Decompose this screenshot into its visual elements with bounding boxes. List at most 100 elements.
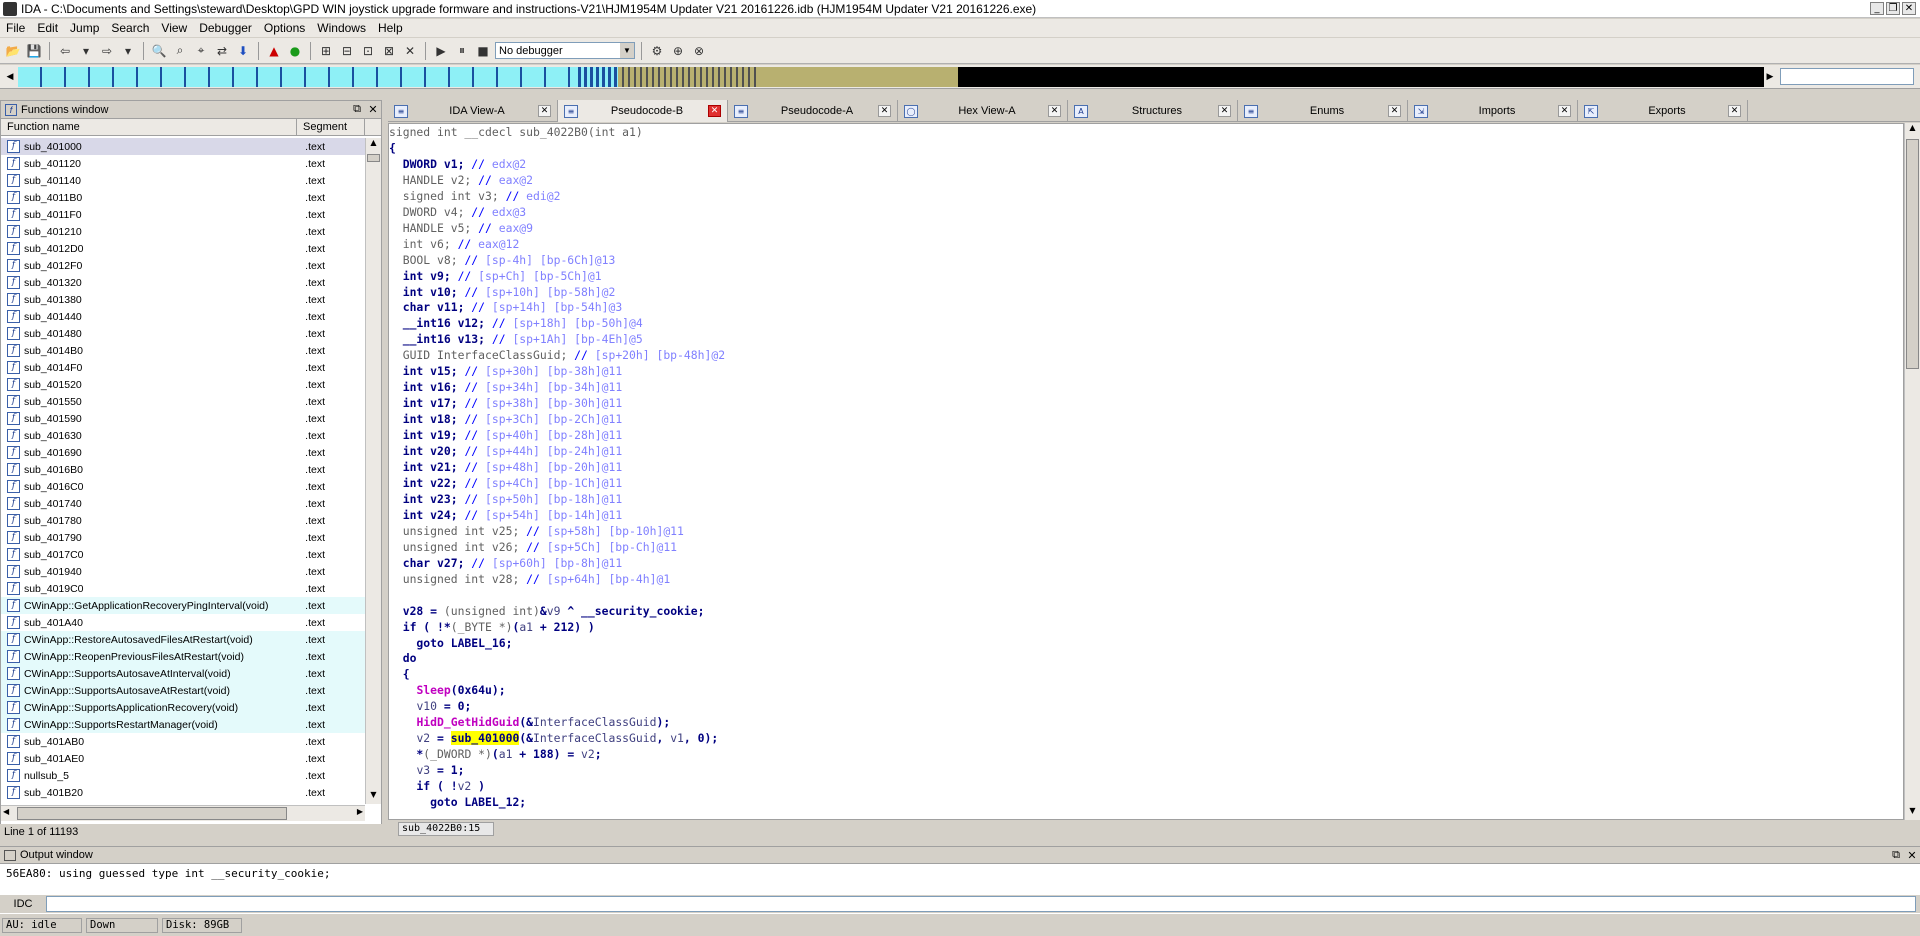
close-tab-icon[interactable]: ✕ xyxy=(708,105,721,117)
scroll-right-icon[interactable]: ▶ xyxy=(357,807,363,816)
code-line[interactable]: *(_DWORD *)(a1 + 188) = v2; xyxy=(389,747,1903,763)
scroll-up-icon[interactable]: ▲ xyxy=(1905,123,1920,137)
close-icon[interactable]: ✕ xyxy=(365,103,381,116)
function-row[interactable]: f sub_401940 .text xyxy=(1,563,365,580)
menu-windows[interactable]: Windows xyxy=(311,21,372,35)
code-line[interactable]: int v22; // [sp+4Ch] [bp-1Ch]@11 xyxy=(389,476,1903,492)
function-row[interactable]: f sub_401A40 .text xyxy=(1,614,365,631)
functions-horizontal-scrollbar[interactable]: ◀ ▶ xyxy=(1,805,365,821)
function-row[interactable]: f sub_401690 .text xyxy=(1,444,365,461)
code-line[interactable]: { xyxy=(389,667,1903,683)
functions-vertical-scrollbar[interactable]: ▲ ▼ xyxy=(365,138,381,804)
close-tab-icon[interactable]: ✕ xyxy=(1558,105,1571,117)
code-line[interactable]: v28 = (unsigned int)&v9 ^ __security_coo… xyxy=(389,604,1903,620)
code-line[interactable]: int v24; // [sp+54h] [bp-14h]@11 xyxy=(389,508,1903,524)
function-row[interactable]: f CWinApp::ReopenPreviousFilesAtRestart(v… xyxy=(1,648,365,665)
code-line[interactable]: DWORD v4; // edx@3 xyxy=(389,205,1903,221)
function-row[interactable]: f sub_401000 .text xyxy=(1,138,365,155)
code-line[interactable]: __int16 v13; // [sp+1Ah] [bp-4Eh]@5 xyxy=(389,332,1903,348)
pseudocode-view[interactable]: signed int __cdecl sub_4022B0(int a1){ D… xyxy=(388,123,1904,820)
run-script-icon[interactable]: ● xyxy=(286,42,304,60)
code-line[interactable]: goto LABEL_12; xyxy=(389,795,1903,811)
function-row[interactable]: f sub_401440 .text xyxy=(1,308,365,325)
data-icon[interactable]: ⊟ xyxy=(338,42,356,60)
code-line[interactable]: v10 = 0; xyxy=(389,699,1903,715)
function-row[interactable]: f CWinApp::SupportsRestartManager(void) .t… xyxy=(1,716,365,733)
navigation-band-bar[interactable] xyxy=(18,67,1764,87)
code-line[interactable]: char v11; // [sp+14h] [bp-54h]@3 xyxy=(389,300,1903,316)
function-row[interactable]: f sub_401140 .text xyxy=(1,172,365,189)
code-line[interactable]: int v20; // [sp+44h] [bp-24h]@11 xyxy=(389,444,1903,460)
chevron-down-icon[interactable]: ▾ xyxy=(119,42,137,60)
scroll-down-icon[interactable]: ▼ xyxy=(366,790,381,804)
chevron-down-icon[interactable]: ▾ xyxy=(77,42,95,60)
code-line[interactable]: int v15; // [sp+30h] [bp-38h]@11 xyxy=(389,364,1903,380)
search-immediate-icon[interactable]: ⌖ xyxy=(192,42,210,60)
idc-input[interactable] xyxy=(46,896,1916,912)
code-line[interactable]: v2 = sub_401000(&InterfaceClassGuid, v1,… xyxy=(389,731,1903,747)
tab-ida-view-a[interactable]: ≡ IDA View-A ✕ xyxy=(388,100,558,122)
back-icon[interactable]: ⇦ xyxy=(56,42,74,60)
minimize-button[interactable]: _ xyxy=(1870,2,1884,15)
code-line[interactable]: __int16 v12; // [sp+18h] [bp-50h]@4 xyxy=(389,316,1903,332)
breakpoint-icon[interactable]: ⊕ xyxy=(669,42,687,60)
pseudocode-vertical-scrollbar[interactable]: ▲ ▼ xyxy=(1904,123,1920,820)
code-line[interactable]: signed int __cdecl sub_4022B0(int a1) xyxy=(389,125,1903,141)
close-tab-icon[interactable]: ✕ xyxy=(878,105,891,117)
stop-icon[interactable]: ■ xyxy=(474,42,492,60)
code-line[interactable]: ​ xyxy=(389,588,1903,604)
tab-hex-view-a[interactable]: ◯ Hex View-A ✕ xyxy=(898,100,1068,122)
code-line[interactable]: int v6; // eax@12 xyxy=(389,237,1903,253)
segment-select[interactable] xyxy=(1780,68,1914,85)
function-row[interactable]: f sub_4019C0 .text xyxy=(1,580,365,597)
function-row[interactable]: f sub_401AB0 .text xyxy=(1,733,365,750)
debugger-select[interactable]: No debugger ▼ xyxy=(495,42,635,59)
graph-icon[interactable]: ▲ xyxy=(265,42,283,60)
function-row[interactable]: f sub_4012D0 .text xyxy=(1,240,365,257)
close-icon[interactable]: ✕ xyxy=(1904,849,1920,862)
down-arrow-icon[interactable]: ⬇ xyxy=(234,42,252,60)
code-line[interactable]: Sleep(0x64u); xyxy=(389,683,1903,699)
menu-file[interactable]: File xyxy=(0,21,31,35)
function-row[interactable]: f sub_401740 .text xyxy=(1,495,365,512)
code-line[interactable]: { xyxy=(389,141,1903,157)
pseudocode-text[interactable]: signed int __cdecl sub_4022B0(int a1){ D… xyxy=(389,124,1903,811)
nav-right-icon[interactable]: ▶ xyxy=(1764,68,1776,86)
code-line[interactable]: unsigned int v25; // [sp+58h] [bp-10h]@1… xyxy=(389,524,1903,540)
code-line[interactable]: int v21; // [sp+48h] [bp-20h]@11 xyxy=(389,460,1903,476)
code-line[interactable]: HANDLE v2; // eax@2 xyxy=(389,173,1903,189)
code-line[interactable]: DWORD v1; // edx@2 xyxy=(389,157,1903,173)
code-line[interactable]: if ( !*(_BYTE *)(a1 + 212) ) xyxy=(389,620,1903,636)
scroll-up-icon[interactable]: ▲ xyxy=(366,138,381,152)
column-segment[interactable]: Segment xyxy=(297,119,365,135)
save-icon[interactable]: 💾 xyxy=(25,42,43,60)
pause-icon[interactable]: ⏸ xyxy=(453,42,471,60)
code-line[interactable]: int v16; // [sp+34h] [bp-34h]@11 xyxy=(389,380,1903,396)
menu-options[interactable]: Options xyxy=(258,21,311,35)
function-row[interactable]: f CWinApp::SupportsAutosaveAtRestart(void… xyxy=(1,682,365,699)
code-line[interactable]: char v27; // [sp+60h] [bp-8h]@11 xyxy=(389,556,1903,572)
close-tab-icon[interactable]: ✕ xyxy=(1728,105,1741,117)
search-binary-icon[interactable]: ⌕ xyxy=(171,42,189,60)
jump-icon[interactable]: ⇄ xyxy=(213,42,231,60)
code-line[interactable]: HANDLE v5; // eax@9 xyxy=(389,221,1903,237)
scroll-thumb[interactable] xyxy=(367,154,380,162)
function-row[interactable]: f sub_4011F0 .text xyxy=(1,206,365,223)
code-icon[interactable]: ⊞ xyxy=(317,42,335,60)
function-row[interactable]: f sub_401550 .text xyxy=(1,393,365,410)
tab-pseudocode-b[interactable]: ≡ Pseudocode-B ✕ xyxy=(558,100,728,122)
function-row[interactable]: f CWinApp::RestoreAutosavedFilesAtRestart… xyxy=(1,631,365,648)
scroll-thumb[interactable] xyxy=(1906,139,1919,369)
function-row[interactable]: f sub_401B20 .text xyxy=(1,784,365,801)
menu-help[interactable]: Help xyxy=(372,21,409,35)
close-tab-icon[interactable]: ✕ xyxy=(1388,105,1401,117)
close-tab-icon[interactable]: ✕ xyxy=(1048,105,1061,117)
close-tab-icon[interactable]: ✕ xyxy=(538,105,551,117)
code-line[interactable]: int v9; // [sp+Ch] [bp-5Ch]@1 xyxy=(389,269,1903,285)
array-icon[interactable]: ⊠ xyxy=(380,42,398,60)
code-line[interactable]: v3 = 1; xyxy=(389,763,1903,779)
struct-icon[interactable]: ⊡ xyxy=(359,42,377,60)
menu-search[interactable]: Search xyxy=(105,21,155,35)
function-row[interactable]: f nullsub_5 .text xyxy=(1,767,365,784)
function-row[interactable]: f sub_4014B0 .text xyxy=(1,342,365,359)
